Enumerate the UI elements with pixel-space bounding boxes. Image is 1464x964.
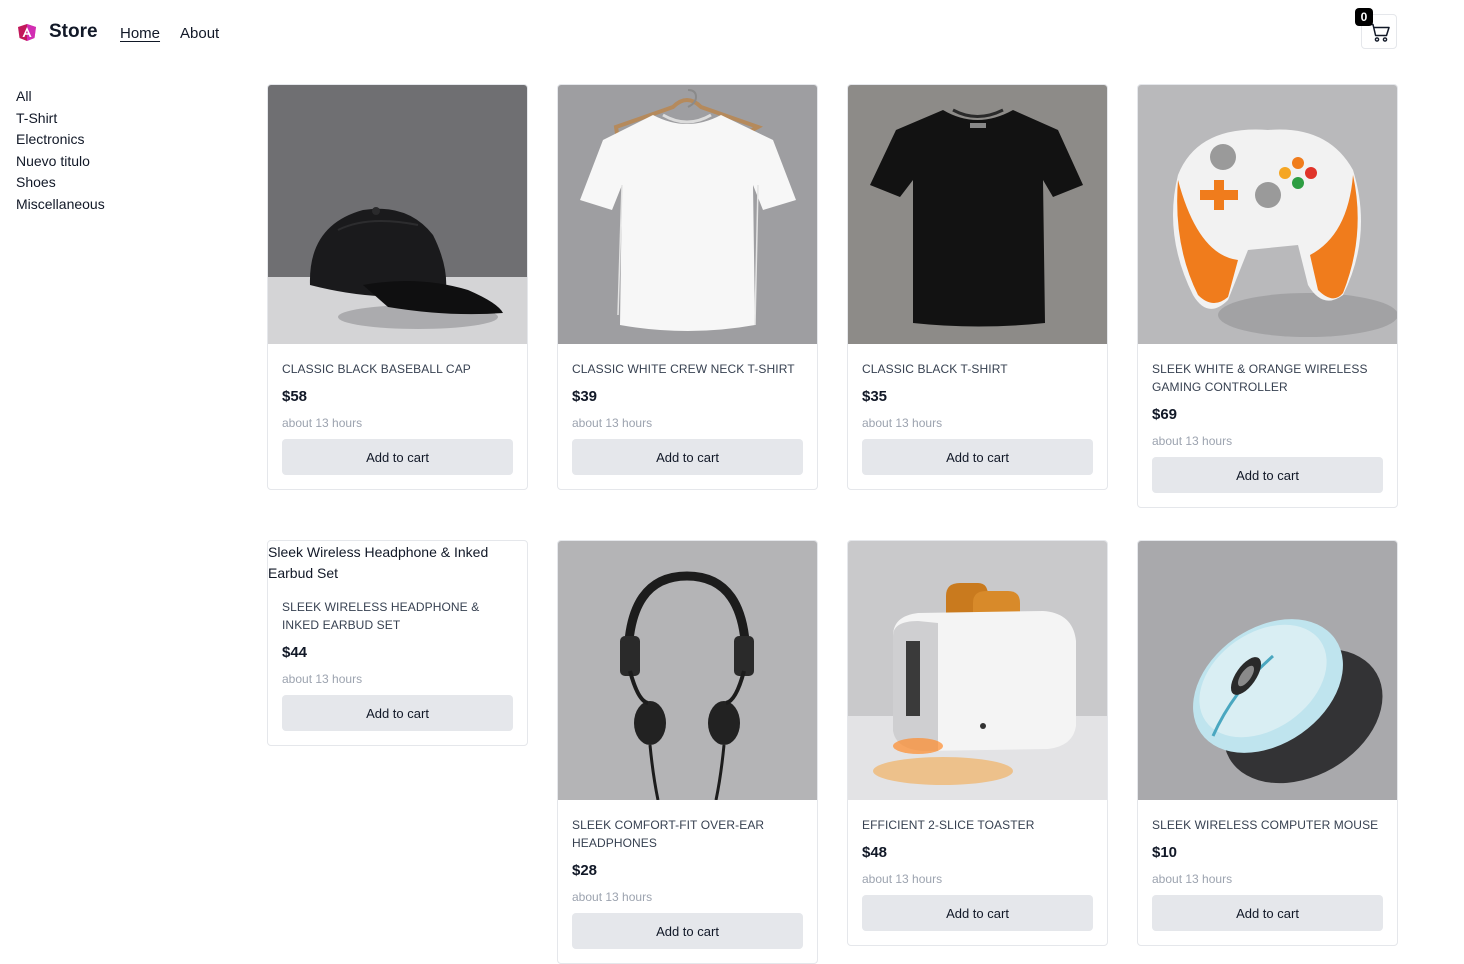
product-time: about 13 hours xyxy=(862,416,943,430)
cart-count-badge: 0 xyxy=(1355,8,1373,26)
computer-mouse-image xyxy=(1138,541,1397,800)
logo-icon xyxy=(18,24,36,41)
broken-image-alt: Sleek Wireless Headphone & Inked Earbud … xyxy=(268,544,489,581)
product-price: $69 xyxy=(1152,406,1178,423)
nav-home-link[interactable]: Home xyxy=(120,25,160,42)
category-all[interactable]: All xyxy=(16,86,216,108)
headphones-image xyxy=(558,541,817,800)
add-to-cart-button[interactable]: Add to cart xyxy=(282,439,513,475)
product-price: $28 xyxy=(572,862,598,879)
add-to-cart-button[interactable]: Add to cart xyxy=(572,913,803,949)
black-cap-image xyxy=(268,85,527,344)
product-card: Classic Black Baseball Cap $58 about 13 … xyxy=(267,84,528,490)
category-tshirt[interactable]: T-Shirt xyxy=(16,108,216,130)
product-price: $35 xyxy=(862,388,888,405)
white-tshirt-image xyxy=(558,85,817,344)
product-card: Efficient 2-Slice Toaster $48 about 13 h… xyxy=(847,540,1108,946)
product-title[interactable]: Classic White Crew Neck T-Shirt xyxy=(572,360,803,378)
product-card: Sleek White & Orange Wireless Gaming Con… xyxy=(1137,84,1398,508)
product-title[interactable]: Sleek Wireless Computer Mouse xyxy=(1152,816,1383,834)
add-to-cart-button[interactable]: Add to cart xyxy=(1152,457,1383,493)
product-title[interactable]: Classic Black T-Shirt xyxy=(862,360,1093,378)
product-price: $48 xyxy=(862,844,888,861)
product-time: about 13 hours xyxy=(282,672,363,686)
add-to-cart-button[interactable]: Add to cart xyxy=(282,695,513,731)
product-price: $44 xyxy=(282,644,308,661)
top-navbar: Store Home About 0 xyxy=(0,0,1464,66)
product-time: about 13 hours xyxy=(862,872,943,886)
category-miscellaneous[interactable]: Miscellaneous xyxy=(16,194,216,216)
category-electronics[interactable]: Electronics xyxy=(16,129,216,151)
category-sidebar: All T-Shirt Electronics Nuevo titulo Sho… xyxy=(16,86,216,216)
product-title[interactable]: Sleek Wireless Headphone & Inked Earbud … xyxy=(282,598,513,634)
add-to-cart-button[interactable]: Add to cart xyxy=(1152,895,1383,931)
product-card: Classic Black T-Shirt $35 about 13 hours… xyxy=(847,84,1108,490)
product-time: about 13 hours xyxy=(282,416,363,430)
product-title[interactable]: Sleek Comfort-Fit Over-Ear Headphones xyxy=(572,816,803,852)
product-title[interactable]: Classic Black Baseball Cap xyxy=(282,360,513,378)
product-time: about 13 hours xyxy=(572,416,653,430)
product-title[interactable]: Efficient 2-Slice Toaster xyxy=(862,816,1093,834)
product-time: about 13 hours xyxy=(1152,872,1233,886)
add-to-cart-button[interactable]: Add to cart xyxy=(572,439,803,475)
product-card: Sleek Wireless Computer Mouse $10 about … xyxy=(1137,540,1398,946)
product-price: $10 xyxy=(1152,844,1178,861)
product-price: $58 xyxy=(282,388,308,405)
black-tshirt-image xyxy=(848,85,1107,344)
product-card: Sleek Wireless Headphone & Inked Earbud … xyxy=(267,540,528,746)
cart-icon xyxy=(1369,23,1390,42)
product-price: $39 xyxy=(572,388,598,405)
brand-name[interactable]: Store xyxy=(49,21,98,43)
product-card: Classic White Crew Neck T-Shirt $39 abou… xyxy=(557,84,818,490)
nav-about-link[interactable]: About xyxy=(180,25,219,42)
add-to-cart-button[interactable]: Add to cart xyxy=(862,895,1093,931)
toaster-image xyxy=(848,541,1107,800)
add-to-cart-button[interactable]: Add to cart xyxy=(862,439,1093,475)
product-time: about 13 hours xyxy=(572,890,653,904)
product-title[interactable]: Sleek White & Orange Wireless Gaming Con… xyxy=(1152,360,1383,396)
product-time: about 13 hours xyxy=(1152,434,1233,448)
game-controller-image xyxy=(1138,85,1397,344)
category-nuevo-titulo[interactable]: Nuevo titulo xyxy=(16,151,216,173)
product-card: Sleek Comfort-Fit Over-Ear Headphones $2… xyxy=(557,540,818,964)
category-shoes[interactable]: Shoes xyxy=(16,172,216,194)
